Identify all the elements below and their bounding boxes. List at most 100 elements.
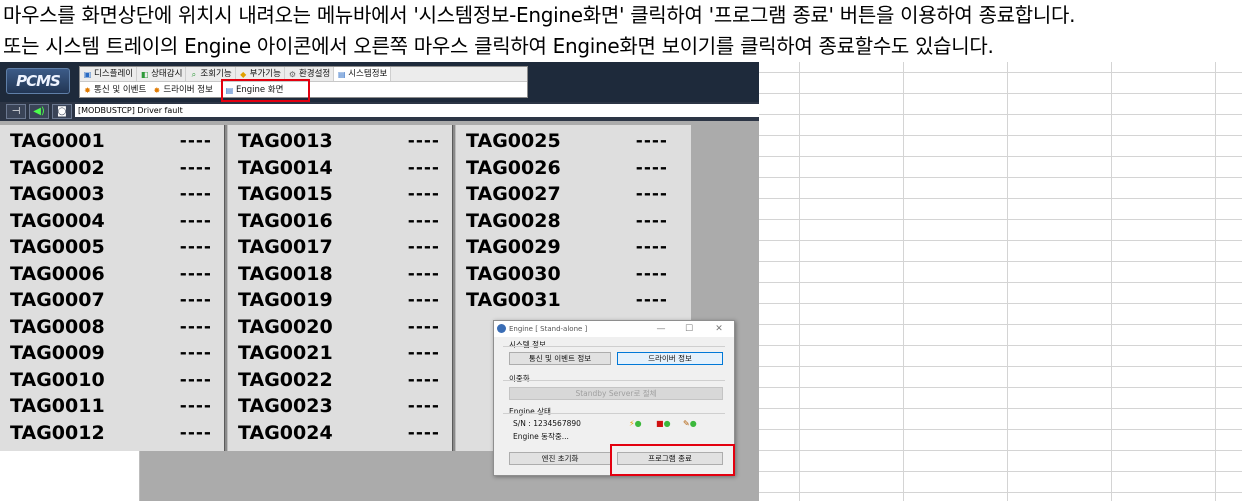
pcms-logo: PCMS bbox=[6, 68, 70, 94]
tag-value: ---- bbox=[179, 237, 212, 257]
tag-row: TAG0003 ---- bbox=[10, 181, 220, 207]
group-divider bbox=[503, 380, 725, 381]
tag-row: TAG0002 ---- bbox=[10, 155, 220, 181]
instruction-line-1: 마우스를 화면상단에 위치시 내려오는 메뉴바에서 '시스템정보-Engine화… bbox=[0, 0, 1242, 31]
tag-row: TAG0009 ---- bbox=[10, 340, 220, 366]
tag-row: TAG0016 ---- bbox=[238, 208, 448, 234]
comm-icon: ✸ bbox=[84, 86, 91, 95]
top-bar: PCMS ▣ 디스플레이 ◧ 상태감시 ⌕ 조회기능 ◆ 부가기능 ⚙ 환경설정 ▤ 시스템정보 ✸ 통… bbox=[0, 62, 759, 102]
tag-value: ---- bbox=[407, 237, 440, 257]
tag-name: TAG0026 bbox=[466, 156, 561, 179]
tag-value: ---- bbox=[407, 157, 440, 178]
pin-icon[interactable]: ⊣ bbox=[6, 104, 26, 119]
menu-tab-label: 시스템정보 bbox=[348, 68, 388, 79]
tag-row: TAG0014 ---- bbox=[238, 155, 448, 181]
tag-value: ---- bbox=[407, 396, 440, 416]
redundancy-label: 이중화 bbox=[509, 374, 530, 383]
speaker-icon[interactable]: ◀) bbox=[29, 104, 49, 119]
tag-row: TAG0015 ---- bbox=[238, 181, 448, 207]
tag-row: TAG0019 ---- bbox=[238, 287, 448, 313]
menu-tab[interactable]: ◧ 상태감시 bbox=[137, 67, 187, 81]
search-icon: ⌕ bbox=[191, 69, 197, 79]
tag-value: ---- bbox=[407, 290, 440, 310]
tag-name: TAG0005 bbox=[10, 236, 105, 258]
tag-name: TAG0029 bbox=[466, 236, 561, 258]
tag-value: ---- bbox=[635, 263, 668, 284]
tag-row: TAG0011 ---- bbox=[10, 393, 220, 419]
tag-name: TAG0009 bbox=[10, 342, 105, 364]
tag-row: TAG0023 ---- bbox=[238, 393, 448, 419]
tag-value: ---- bbox=[635, 237, 668, 257]
tag-row: TAG0012 ---- bbox=[10, 420, 220, 446]
tag-name: TAG0008 bbox=[10, 315, 105, 338]
submenu-item[interactable]: ✸ 통신 및 이벤트 bbox=[80, 83, 149, 98]
tag-row: TAG0013 ---- bbox=[238, 128, 448, 154]
tag-value: ---- bbox=[635, 290, 668, 310]
settings-icon: ⚙ bbox=[288, 69, 297, 79]
engine-icon bbox=[497, 324, 506, 333]
tag-value: ---- bbox=[407, 210, 440, 231]
close-button[interactable]: ✕ bbox=[708, 321, 730, 337]
tag-name: TAG0019 bbox=[238, 289, 333, 311]
tag-row: TAG0022 ---- bbox=[238, 367, 448, 393]
tag-name: TAG0018 bbox=[238, 262, 333, 285]
system-info-label: 시스템 정보 bbox=[509, 340, 546, 349]
tag-value: ---- bbox=[635, 131, 668, 151]
tag-value: ---- bbox=[407, 131, 440, 151]
tag-row: TAG0026 ---- bbox=[466, 155, 676, 181]
tag-name: TAG0004 bbox=[10, 209, 105, 232]
tag-row: TAG0027 ---- bbox=[466, 181, 676, 207]
engine-dialog: Engine [ Stand-alone ] — ☐ ✕ 시스템 정보 통신 및… bbox=[493, 320, 735, 476]
tag-row: TAG0006 ---- bbox=[10, 261, 220, 287]
tag-value: ---- bbox=[179, 157, 212, 178]
submenu-item-label: 드라이버 정보 bbox=[163, 85, 213, 95]
tag-row: TAG0001 ---- bbox=[10, 128, 220, 154]
tag-row: TAG0021 ---- bbox=[238, 340, 448, 366]
menu-tab[interactable]: ▣ 디스플레이 bbox=[80, 67, 138, 81]
tag-value: ---- bbox=[407, 184, 440, 204]
menu-tab[interactable]: ▤ 시스템정보 bbox=[334, 67, 392, 81]
addon-icon: ◆ bbox=[240, 69, 247, 79]
tag-row: TAG0017 ---- bbox=[238, 234, 448, 260]
driver-info-button[interactable]: 드라이버 정보 bbox=[617, 352, 723, 365]
tag-row: TAG0004 ---- bbox=[10, 208, 220, 234]
camera-icon[interactable]: ◙ bbox=[52, 104, 72, 119]
tag-name: TAG0021 bbox=[238, 342, 333, 364]
tag-name: TAG0014 bbox=[238, 156, 333, 179]
engine-screen-highlight bbox=[221, 79, 310, 102]
tag-value: ---- bbox=[179, 263, 212, 284]
tag-value: ---- bbox=[407, 369, 440, 390]
submenu-item[interactable]: ✸ 드라이버 정보 bbox=[149, 83, 216, 98]
tag-row: TAG0030 ---- bbox=[466, 261, 676, 287]
tag-value: ---- bbox=[179, 316, 212, 337]
tag-value: ---- bbox=[407, 343, 440, 363]
tag-name: TAG0001 bbox=[10, 130, 105, 152]
system-icon: ▤ bbox=[337, 69, 346, 79]
menu-tab-label: 디스플레이 bbox=[94, 68, 134, 79]
tag-value: ---- bbox=[179, 422, 212, 443]
display-icon: ▣ bbox=[83, 69, 92, 79]
minimize-button[interactable]: — bbox=[650, 321, 672, 337]
driver-status-icon: ✎● bbox=[683, 419, 697, 428]
driver-icon: ✸ bbox=[153, 86, 161, 95]
tag-name: TAG0020 bbox=[238, 315, 333, 338]
instruction-line-2: 또는 시스템 트레이의 Engine 아이콘에서 오른쪽 마우스 클릭하여 En… bbox=[0, 31, 1242, 62]
engine-reset-button[interactable]: 엔진 초기화 bbox=[509, 452, 611, 465]
tag-row: TAG0018 ---- bbox=[238, 261, 448, 287]
engine-status-label: Engine 상태 bbox=[509, 407, 551, 416]
tag-row: TAG0024 ---- bbox=[238, 420, 448, 446]
tag-name: TAG0012 bbox=[10, 421, 105, 444]
tag-row: TAG0008 ---- bbox=[10, 314, 220, 340]
tag-row: TAG0029 ---- bbox=[466, 234, 676, 260]
tag-name: TAG0007 bbox=[10, 289, 105, 311]
tag-name: TAG0031 bbox=[466, 289, 561, 311]
tag-value: ---- bbox=[407, 422, 440, 443]
tag-name: TAG0017 bbox=[238, 236, 333, 258]
tag-row: TAG0010 ---- bbox=[10, 367, 220, 393]
tag-name: TAG0028 bbox=[466, 209, 561, 232]
comm-event-button[interactable]: 통신 및 이벤트 정보 bbox=[509, 352, 611, 365]
tag-name: TAG0011 bbox=[10, 395, 105, 417]
tag-column-2: TAG0013 ---- TAG0014 ---- TAG0015 ---- TAG0016… bbox=[228, 125, 452, 451]
maximize-button[interactable]: ☐ bbox=[678, 321, 700, 337]
standby-switch-button[interactable]: Standby Server로 절체 bbox=[509, 387, 723, 400]
